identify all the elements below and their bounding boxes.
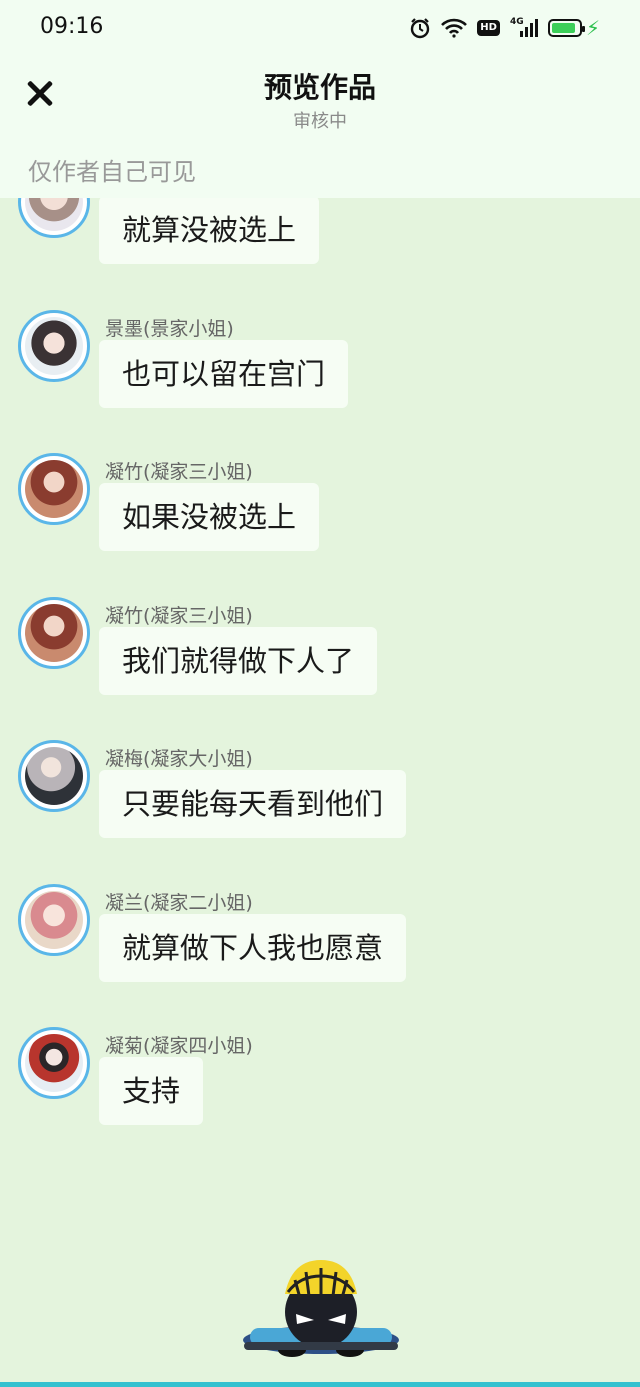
sender-name: 凝竹(凝家三小姐) [105, 461, 253, 483]
battery-icon [547, 19, 585, 37]
hd-icon: HD [477, 20, 500, 36]
message-bubble[interactable]: 就算做下人我也愿意 [99, 914, 407, 982]
avatar[interactable] [18, 310, 90, 382]
avatar[interactable] [18, 740, 90, 812]
bottom-accent-line [0, 1382, 640, 1387]
avatar[interactable] [18, 453, 90, 525]
alarm-icon [411, 18, 430, 39]
sender-name: 景墨(景家小姐) [105, 318, 234, 340]
charging-icon: ⚡ [585, 16, 600, 40]
status-bar: 09:16 HD 4G ⚡ [0, 0, 640, 56]
status-time: 09:16 [40, 14, 104, 39]
sender-name: 凝菊(凝家四小姐) [105, 1035, 253, 1057]
message-row: 凝竹(凝家三小姐) 我们就得做下人了 [18, 597, 618, 727]
page-title: 预览作品 [263, 71, 376, 104]
avatar[interactable] [18, 1027, 90, 1099]
message-bubble[interactable]: 就算没被选上 [99, 196, 320, 264]
review-status: 审核中 [293, 111, 347, 132]
battery-level [551, 23, 576, 33]
message-row: 凝梅(凝家大小姐) 只要能每天看到他们 [18, 740, 618, 870]
mascot-icon [243, 1260, 399, 1357]
top-bar: 09:16 HD 4G ⚡ 预览作品 审核中 仅作者自己可见 [0, 0, 640, 198]
sender-name: 凝兰(凝家二小姐) [105, 892, 253, 914]
message-row: 凝竹(凝家三小姐) 如果没被选上 [18, 453, 618, 583]
message-bubble[interactable]: 如果没被选上 [99, 483, 320, 551]
avatar[interactable] [18, 884, 90, 956]
sender-name: 凝竹(凝家三小姐) [105, 605, 253, 627]
message-row: 景墨(景家小姐) 也可以留在宫门 [18, 310, 618, 440]
message-row: 凝兰(凝家二小姐) 就算做下人我也愿意 [18, 884, 618, 1014]
signal-icon: 4G [510, 17, 538, 39]
visibility-note: 仅作者自己可见 [28, 158, 196, 186]
sender-name: 凝梅(凝家大小姐) [105, 748, 253, 770]
message-bubble[interactable]: 也可以留在宫门 [99, 340, 349, 408]
wifi-icon [441, 18, 468, 38]
message-bubble[interactable]: 只要能每天看到他们 [99, 770, 407, 838]
message-bubble[interactable]: 我们就得做下人了 [99, 627, 378, 695]
status-icons: HD 4G ⚡ [409, 16, 600, 40]
message-row: 凝菊(凝家四小姐) 支持 [18, 1027, 618, 1157]
message-bubble[interactable]: 支持 [99, 1057, 204, 1125]
avatar[interactable] [18, 597, 90, 669]
chat-area[interactable]: 就算没被选上 景墨(景家小姐) 也可以留在宫门 凝竹(凝家三小姐) 如果没被选上… [0, 0, 640, 1387]
